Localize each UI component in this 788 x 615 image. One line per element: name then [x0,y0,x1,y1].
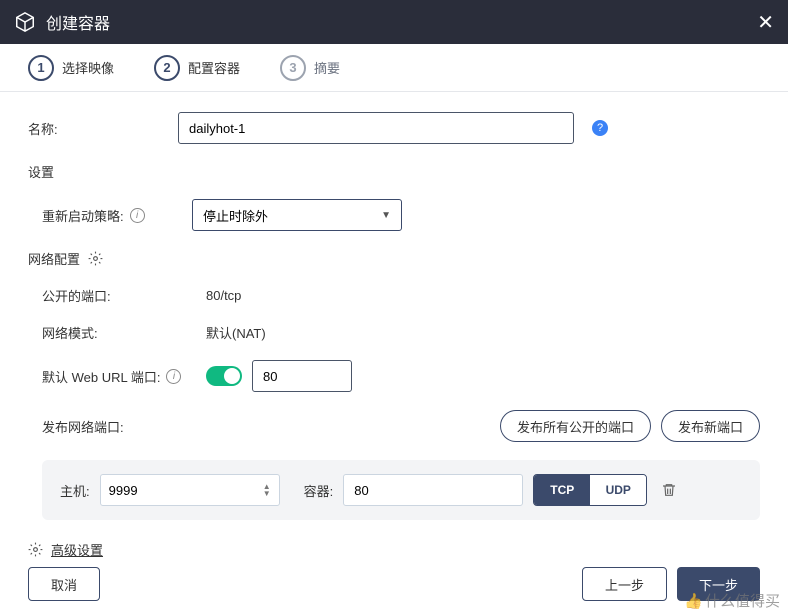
publish-port-label: 发布网络端口: [42,417,206,436]
gear-icon[interactable] [88,251,103,266]
dialog-title: 创建容器 [46,10,110,34]
name-input[interactable] [178,112,574,144]
spinner-icon[interactable]: ▲▼ [263,483,271,497]
info-icon[interactable]: i [130,208,145,223]
host-port-label: 主机: [60,481,90,500]
close-icon[interactable]: ✕ [757,10,774,35]
step-number: 3 [280,55,306,81]
network-section-title: 网络配置 [28,249,760,268]
dropdown-value: 停止时除外 [203,206,268,225]
settings-section-title: 设置 [28,162,760,181]
step-configure-container[interactable]: 2 配置容器 [154,55,240,81]
name-label: 名称: [28,119,178,138]
step-select-image[interactable]: 1 选择映像 [28,55,114,81]
exposed-port-value: 80/tcp [206,288,241,303]
restart-policy-dropdown[interactable]: 停止时除外 ▼ [192,199,402,231]
publish-new-button[interactable]: 发布新端口 [661,410,760,442]
next-button[interactable]: 下一步 [677,567,760,601]
advanced-settings-link[interactable]: 高级设置 [51,540,103,559]
step-label: 选择映像 [62,58,114,77]
network-mode-label: 网络模式: [42,323,206,342]
chevron-down-icon: ▼ [381,210,391,221]
weburl-toggle[interactable] [206,366,242,386]
publish-all-button[interactable]: 发布所有公开的端口 [500,410,651,442]
restart-policy-label: 重新启动策略: i [42,206,192,225]
step-number: 1 [28,55,54,81]
host-port-input[interactable]: 9999 ▲▼ [100,474,280,506]
dialog-header: 创建容器 ✕ [0,0,788,44]
step-number: 2 [154,55,180,81]
help-icon[interactable]: ? [592,120,608,136]
back-button[interactable]: 上一步 [582,567,667,601]
step-label: 摘要 [314,58,340,77]
network-mode-value: 默认(NAT) [206,323,266,342]
udp-button[interactable]: UDP [590,475,646,505]
step-label: 配置容器 [188,58,240,77]
port-mapping-card: 主机: 9999 ▲▼ 容器: TCP UDP [42,460,760,520]
dialog-footer: 取消 上一步 下一步 [28,567,760,601]
protocol-toggle: TCP UDP [533,474,647,506]
exposed-port-label: 公开的端口: [42,286,206,305]
container-port-input[interactable] [343,474,523,506]
weburl-port-input[interactable] [252,360,352,392]
gear-icon [28,542,43,557]
weburl-port-label: 默认 Web URL 端口: i [42,367,206,386]
cube-icon [14,11,36,33]
cancel-button[interactable]: 取消 [28,567,100,601]
container-port-label: 容器: [304,481,334,500]
step-summary[interactable]: 3 摘要 [280,55,340,81]
tcp-button[interactable]: TCP [534,475,590,505]
steps-bar: 1 选择映像 2 配置容器 3 摘要 [0,44,788,92]
trash-icon[interactable] [661,482,677,498]
info-icon[interactable]: i [166,369,181,384]
